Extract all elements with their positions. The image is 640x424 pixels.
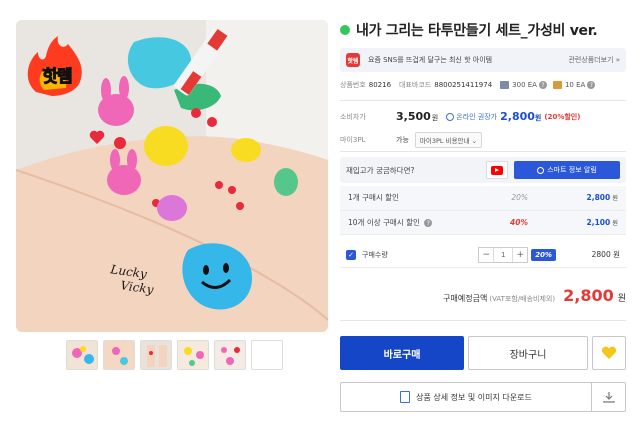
- promo-text: 요즘 SNS를 뜨겁게 달구는 최신 핫 아이템: [368, 56, 493, 64]
- box-icon: [500, 81, 510, 89]
- discount-rate: 20%: [496, 186, 536, 211]
- download-icon: [602, 392, 615, 403]
- bell-icon: [537, 166, 545, 174]
- discount-chip: 20%: [531, 248, 556, 261]
- discount-name: 10개 이상 구매시 할인 ?: [340, 210, 496, 235]
- quantity-input[interactable]: 1: [493, 247, 514, 262]
- pallet-icon: [552, 81, 562, 89]
- consumer-price: 3,500원: [396, 110, 439, 123]
- restock-question: 재입고가 궁금하다면?: [346, 165, 415, 175]
- youtube-button[interactable]: [486, 161, 508, 179]
- wishlist-button[interactable]: [592, 336, 626, 370]
- my3pl-cost-guide-button[interactable]: 마이3PL 비용안내 ⌄: [414, 132, 483, 148]
- buy-now-button[interactable]: 바로구매: [340, 336, 464, 370]
- smart-alert-button[interactable]: 스마트 정보 알림: [514, 161, 620, 179]
- table-row: 10개 이상 구매시 할인 ? 40% 2,100 원: [340, 210, 626, 235]
- discount-rate: (20%할인): [544, 112, 581, 121]
- quantity-row: ✓ 구매수량 − 1 + 20% 2800 원: [340, 242, 626, 268]
- thumbnail-4[interactable]: [177, 340, 209, 370]
- promo-banner: 핫템 요즘 SNS를 뜨겁게 달구는 최신 핫 아이템 관련상품더보기 »: [340, 48, 626, 72]
- help-icon[interactable]: ?: [424, 219, 433, 227]
- add-to-cart-button[interactable]: 장바구니: [468, 336, 588, 370]
- stock-quantity-1: 300 EA: [512, 81, 537, 89]
- my3pl-label: 마이3PL: [340, 136, 366, 144]
- status-dot-icon: [340, 25, 350, 35]
- help-icon[interactable]: ?: [538, 81, 547, 89]
- discount-price: 2,100 원: [536, 210, 626, 235]
- product-meta: 상품번호 80216 대표바코드 8800251411974 300 EA ? …: [340, 80, 601, 90]
- consumer-price-label: 소비자가: [340, 112, 366, 121]
- total-row: 구매예정금액 (VAT포함/배송비제외) 2,800 원: [443, 286, 626, 305]
- quantity-stepper: − 1 +: [478, 246, 529, 263]
- barcode-label: 대표바코드: [399, 81, 432, 89]
- heart-icon: [601, 346, 617, 359]
- quantity-price: 2800 원: [591, 250, 620, 259]
- thumbnail-3[interactable]: [140, 340, 172, 370]
- restock-box: 재입고가 궁금하다면? 스마트 정보 알림: [340, 157, 626, 183]
- divider: [340, 151, 626, 152]
- help-icon[interactable]: ?: [587, 81, 596, 89]
- stock-quantity-2: 10 EA: [564, 81, 586, 89]
- detail-download-bar: 상품 상세 정보 및 이미지 다운로드: [340, 382, 626, 412]
- download-button[interactable]: [591, 383, 625, 411]
- thumbnail-1[interactable]: [66, 340, 98, 370]
- title-row: 내가 그리는 타투만들기 세트_가성비 ver.: [340, 20, 598, 40]
- online-price-label: 온라인 권장가: [446, 112, 497, 122]
- price-row: 소비자가 3,500원 온라인 권장가 2,800원 (20%할인): [340, 110, 580, 123]
- discount-price: 2,800 원: [536, 186, 626, 211]
- product-code-label: 상품번호: [340, 81, 366, 89]
- thumbnail-2[interactable]: [103, 340, 135, 370]
- my3pl-row: 마이3PL 가능 마이3PL 비용안내 ⌄: [340, 132, 483, 148]
- thumbnail-strip: [66, 340, 283, 370]
- increment-button[interactable]: +: [513, 248, 527, 262]
- quantity-label: 구매수량: [362, 250, 388, 259]
- product-title: 내가 그리는 타투만들기 세트_가성비 ver.: [356, 23, 598, 39]
- document-search-icon: [400, 391, 411, 403]
- related-products-link[interactable]: 관련상품더보기 »: [568, 55, 620, 65]
- table-row: 1개 구매시 할인 20% 2,800 원: [340, 186, 626, 211]
- product-code-value: 80216: [368, 81, 392, 89]
- discount-name: 1개 구매시 할인: [340, 186, 496, 211]
- total-label: 구매예정금액: [443, 294, 488, 303]
- thumbnail-6[interactable]: [251, 340, 283, 370]
- divider: [340, 320, 626, 321]
- info-icon: [446, 112, 455, 121]
- discount-table: 1개 구매시 할인 20% 2,800 원 10개 이상 구매시 할인 ? 40%…: [340, 186, 626, 235]
- quantity-checkbox[interactable]: ✓: [346, 249, 356, 260]
- total-unit: 원: [617, 294, 626, 304]
- detail-info-button[interactable]: 상품 상세 정보 및 이미지 다운로드: [341, 391, 591, 403]
- hot-item-icon: 핫템: [346, 53, 360, 67]
- online-price: 2,800원: [500, 110, 542, 123]
- barcode-value: 8800251411974: [434, 81, 493, 89]
- product-main-image: Lucky Vicky 핫템: [16, 20, 328, 332]
- youtube-icon: [491, 165, 503, 175]
- total-price: 2,800: [563, 286, 614, 305]
- decrement-button[interactable]: −: [479, 248, 493, 262]
- hot-item-badge: 핫템: [42, 67, 73, 88]
- total-sublabel: (VAT포함/배송비제외): [489, 295, 556, 303]
- divider: [340, 100, 626, 101]
- action-buttons: 바로구매 장바구니: [340, 336, 626, 370]
- thumbnail-5[interactable]: [214, 340, 246, 370]
- my3pl-availability: 가능: [396, 136, 409, 144]
- discount-rate: 40%: [496, 210, 536, 235]
